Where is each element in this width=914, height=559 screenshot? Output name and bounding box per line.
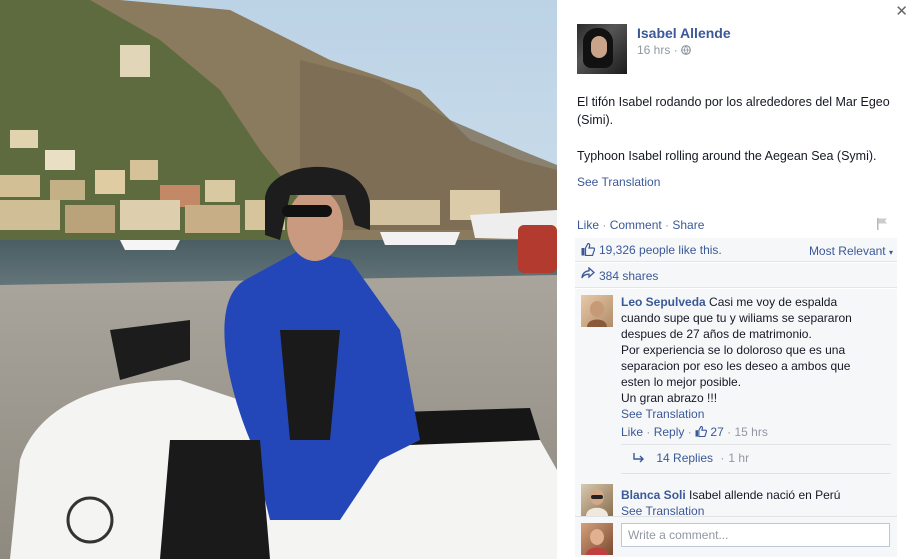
comment-time[interactable]: 15 hrs bbox=[734, 425, 767, 439]
comment-text-line: despues de 27 años de matrimonio. bbox=[621, 327, 812, 341]
comment: Leo Sepulveda Casi me voy de espalda cua… bbox=[621, 294, 889, 440]
action-separator: · bbox=[661, 218, 673, 232]
post-text-en: Typhoon Isabel rolling around the Aegean… bbox=[577, 149, 877, 163]
avatar bbox=[581, 523, 613, 555]
author-avatar[interactable] bbox=[577, 24, 627, 74]
divider bbox=[621, 473, 891, 474]
shares-count[interactable]: 384 shares bbox=[599, 269, 658, 283]
replies-time: 1 hr bbox=[728, 451, 750, 465]
post-text: El tifón Isabel rodando por los alrededo… bbox=[577, 93, 897, 183]
reply-arrow-icon bbox=[633, 451, 645, 465]
comment: Blanca Soli Isabel allende nació en Perú… bbox=[621, 487, 889, 516]
comment-like-link[interactable]: Like bbox=[621, 425, 643, 439]
comment-author[interactable]: Blanca Soli bbox=[621, 488, 686, 502]
comment-link[interactable]: Comment bbox=[610, 218, 662, 232]
post-panel: ✕ Isabel Allende 16 hrs · El tifón Isabe… bbox=[557, 0, 914, 559]
post-meta: 16 hrs · bbox=[637, 43, 691, 57]
photo-illustration bbox=[0, 0, 557, 559]
avatar[interactable] bbox=[581, 295, 613, 327]
see-translation-link[interactable]: See Translation bbox=[621, 407, 704, 421]
likes-summary: 19,326 people like this. Most Relevant ▾ bbox=[575, 238, 897, 262]
comment-input[interactable]: Write a comment... bbox=[621, 523, 890, 547]
flag-icon[interactable] bbox=[876, 217, 888, 231]
separator: · bbox=[727, 425, 732, 439]
post-actions: Like · Comment · Share bbox=[577, 218, 704, 232]
caret-down-icon: ▾ bbox=[888, 248, 893, 257]
comment-author[interactable]: Leo Sepulveda bbox=[621, 295, 706, 309]
action-separator: · bbox=[599, 218, 610, 232]
meta-separator: · bbox=[673, 43, 678, 57]
like-link[interactable]: Like bbox=[577, 218, 599, 232]
separator: · bbox=[687, 425, 692, 439]
comment-text-line: separacion por eso les deseo a ambos que bbox=[621, 359, 851, 373]
sort-dropdown[interactable]: Most Relevant ▾ bbox=[809, 244, 893, 258]
shares-summary: 384 shares bbox=[575, 263, 897, 288]
divider bbox=[621, 444, 891, 445]
close-icon[interactable]: ✕ bbox=[895, 4, 908, 20]
replies-count[interactable]: 14 Replies bbox=[656, 451, 713, 465]
comments-section: Leo Sepulveda Casi me voy de espalda cua… bbox=[575, 289, 897, 516]
comment-reply-link[interactable]: Reply bbox=[654, 425, 685, 439]
comment-text-line: Casi me voy de espalda bbox=[709, 295, 838, 309]
comment-composer: Write a comment... bbox=[575, 516, 897, 557]
share-link[interactable]: Share bbox=[672, 218, 704, 232]
see-translation-link[interactable]: See Translation bbox=[577, 175, 660, 189]
separator: · bbox=[646, 425, 651, 439]
comment-text-line: cuando supe que tu y wiliams se separaro… bbox=[621, 311, 852, 325]
avatar[interactable] bbox=[581, 484, 613, 516]
post-photo[interactable] bbox=[0, 0, 557, 559]
like-thumb-icon bbox=[581, 242, 596, 259]
view-replies-link[interactable]: 14 Replies · 1 hr bbox=[633, 451, 749, 465]
like-thumb-icon bbox=[695, 425, 708, 439]
author-name[interactable]: Isabel Allende bbox=[637, 25, 731, 41]
share-arrow-icon bbox=[581, 266, 595, 282]
post-time[interactable]: 16 hrs bbox=[637, 43, 670, 57]
comment-text-line: Por experiencia se lo doloroso que es un… bbox=[621, 343, 846, 357]
separator: · bbox=[720, 451, 725, 465]
comment-text: Isabel allende nació en Perú bbox=[689, 488, 841, 502]
comment-like-count[interactable]: 27 bbox=[710, 425, 723, 439]
see-translation-link[interactable]: See Translation bbox=[621, 504, 704, 516]
comment-text-line: esten lo mejor posible. bbox=[621, 375, 742, 389]
comment-text-line: Un gran abrazo !!! bbox=[621, 391, 718, 405]
post-text-es: El tifón Isabel rodando por los alrededo… bbox=[577, 95, 890, 127]
globe-icon bbox=[681, 43, 691, 57]
likes-count-text[interactable]: 19,326 people like this. bbox=[599, 243, 722, 257]
